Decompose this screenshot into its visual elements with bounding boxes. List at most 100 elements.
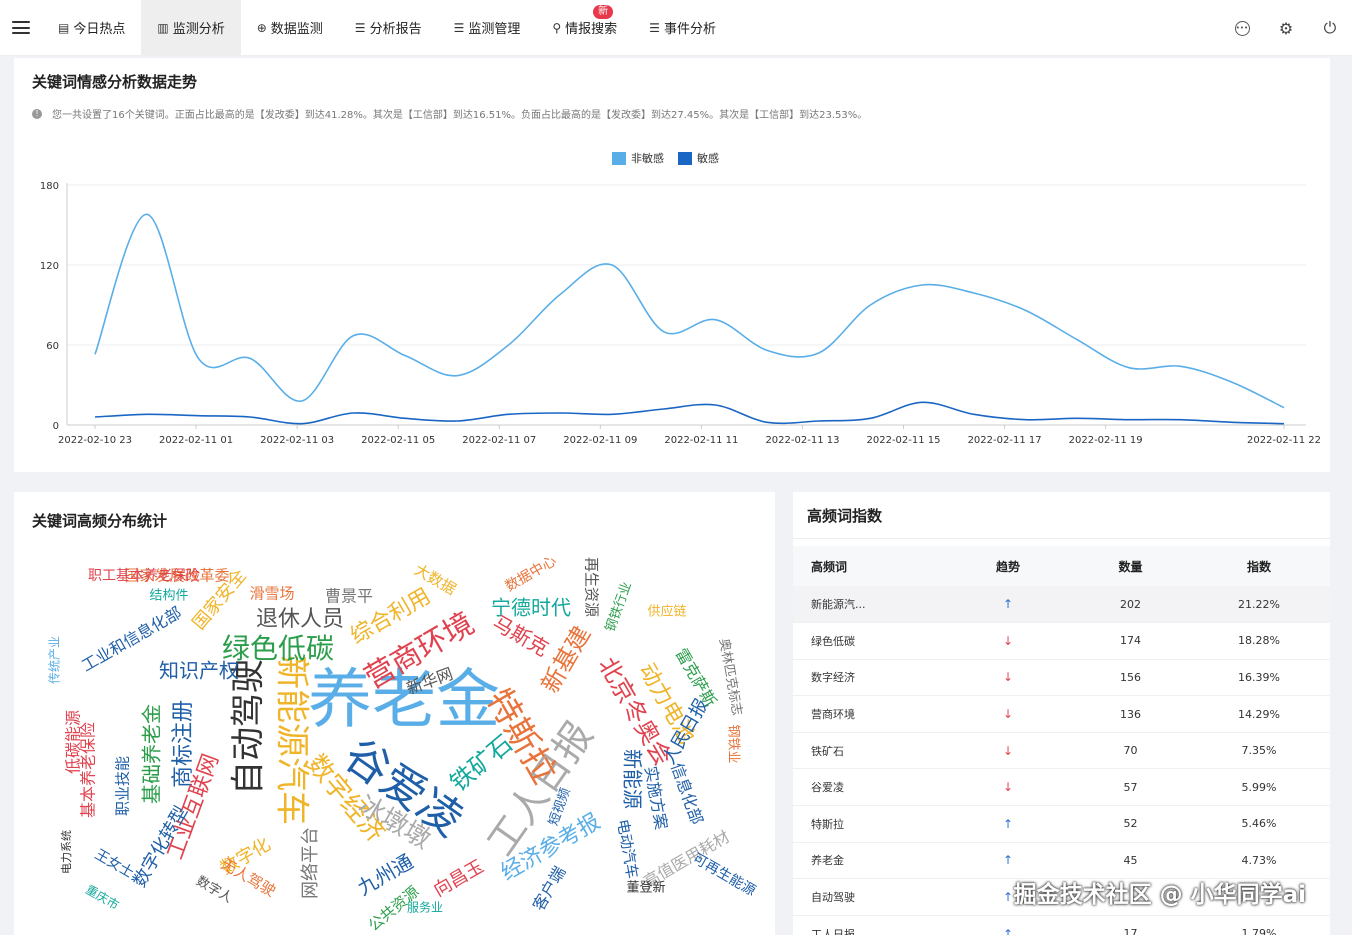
cloud-word[interactable]: 王女士	[92, 846, 137, 882]
x-tick-label: 2022-02-11 13	[765, 435, 839, 446]
x-tick-label: 2022-02-11 11	[664, 435, 738, 446]
cloud-word[interactable]: 传统产业	[47, 636, 62, 684]
cloud-word[interactable]: 信息化部	[667, 760, 707, 827]
cloud-word[interactable]: 结构件	[149, 589, 188, 604]
nav-item-2[interactable]: ⊕ 数据监测	[241, 0, 339, 56]
table-row[interactable]: 工人日报 ↑ 17 1.79%	[793, 915, 1330, 935]
table-row[interactable]: 养老金 ↑ 45 4.73%	[793, 842, 1330, 880]
col-header-index[interactable]: 指数	[1188, 546, 1330, 586]
cloud-word[interactable]: 实施方案	[641, 765, 671, 831]
cell-trend: ↑	[943, 842, 1073, 880]
nav-item-6[interactable]: ☰ 事件分析	[633, 0, 732, 56]
cloud-word[interactable]: 新基建	[536, 621, 596, 697]
cloud-word[interactable]: 铁矿石	[445, 729, 518, 797]
cloud-word[interactable]: 钢铁行业	[603, 580, 635, 634]
x-tick-label: 2022-02-11 15	[867, 435, 941, 446]
arrow-down-icon: ↓	[1002, 633, 1014, 648]
word-cloud: 养老金谷爱凌自动驾驶 新能源汽车 工人日报特斯拉营商环境绿色低碳数字经济冰墩墩铁矿石…	[47, 553, 759, 935]
table-row[interactable]: 数字经济 ↓ 156 16.39%	[793, 659, 1330, 697]
cloud-word[interactable]: 退休人员	[256, 607, 344, 632]
cell-word: 自动驾驶	[793, 878, 943, 916]
cloud-word[interactable]: 知识产权	[159, 659, 239, 683]
table-row[interactable]: 谷爱凌 ↓ 57 5.99%	[793, 768, 1330, 807]
x-tick-label: 2022-02-11 07	[462, 435, 536, 446]
nav-right-tools: ••• ⚙ ⏻	[1220, 0, 1352, 56]
cloud-word[interactable]: 董登新	[626, 880, 665, 896]
nav-item-4[interactable]: ☰ 监测管理	[438, 0, 537, 56]
col-header-word[interactable]: 高频词	[793, 546, 943, 586]
cell-index: 4.73%	[1188, 842, 1330, 880]
nav-item-label: 监测分析	[172, 22, 225, 37]
cloud-word[interactable]: 基础养老金	[140, 704, 164, 804]
cloud-word[interactable]: 基本养老保险	[79, 722, 98, 818]
power-icon: ⏻	[1323, 18, 1337, 37]
nav-item-1[interactable]: ▥ 监测分析	[141, 0, 241, 56]
cloud-word[interactable]: 再生资源	[583, 557, 601, 617]
nav-item-3[interactable]: ☰ 分析报告	[339, 0, 438, 56]
cell-word: 铁矿石	[793, 732, 943, 770]
arrow-down-icon: ↓	[1002, 707, 1014, 722]
table-row[interactable]: 铁矿石 ↓ 70 7.35%	[793, 732, 1330, 770]
y-tick-label: 120	[40, 261, 59, 272]
cloud-word[interactable]: 可再生能源	[690, 851, 759, 900]
cloud-word[interactable]: 向昌玉	[430, 856, 487, 901]
checklist-icon: ☰	[354, 20, 366, 35]
table-row[interactable]: 营商环境 ↓ 136 14.29%	[793, 695, 1330, 733]
cell-count: 52	[1073, 805, 1188, 843]
cloud-word[interactable]: 职工基本养老保险	[88, 567, 200, 584]
cell-trend: ↓	[943, 659, 1073, 697]
series-line-0[interactable]	[94, 213, 1285, 409]
y-tick-label: 180	[40, 181, 59, 192]
settings-button[interactable]: ⚙	[1264, 0, 1308, 56]
cloud-word[interactable]: 钢铁业	[726, 724, 741, 763]
cloud-word[interactable]: 职业技能	[114, 756, 132, 816]
arrow-down-icon: ↓	[1002, 780, 1014, 795]
chat-bubble-icon: •••	[1234, 20, 1250, 36]
nav-item-label: 监测管理	[468, 22, 521, 37]
top-nav: ▤ 今日热点 ▥ 监测分析 ⊕ 数据监测 ☰ 分析报告 ☰ 监测管理 ⚲ 情报搜索新 ☰ 事件分析 •••…	[0, 0, 1352, 56]
cloud-word[interactable]: 新能源	[621, 749, 645, 809]
cloud-word[interactable]: 曹景平	[325, 587, 373, 606]
new-badge: 新	[593, 4, 614, 19]
crosshair-icon: ⊕	[256, 20, 267, 35]
message-button[interactable]: •••	[1220, 0, 1264, 56]
table-row[interactable]: 特斯拉 ↑ 52 5.46%	[793, 805, 1330, 843]
cell-word: 谷爱凌	[793, 768, 943, 807]
cloud-word[interactable]: 滑雪场	[249, 585, 294, 603]
nav-item-label: 事件分析	[663, 22, 716, 37]
nav-item-5[interactable]: ⚲ 情报搜索 新	[536, 0, 633, 56]
logout-button[interactable]: ⏻	[1308, 0, 1352, 56]
cloud-word[interactable]: 服务业	[407, 900, 443, 915]
col-header-count[interactable]: 数量	[1073, 546, 1188, 586]
nav-item-label: 情报搜索	[565, 22, 618, 37]
cloud-word[interactable]: 数据中心	[503, 553, 559, 595]
cloud-word[interactable]: 重庆市	[83, 882, 122, 913]
cell-count: 136	[1073, 695, 1188, 733]
cloud-panel: 关键词高频分布统计 养老金 谷爱凌 自动驾驶 新能源汽车 工人日报 特斯拉 营商环境 绿色低碳…	[14, 492, 775, 935]
cell-word: 绿色低碳	[793, 622, 943, 660]
cloud-word[interactable]: 奥林匹克标志	[716, 637, 744, 716]
index-panel: 高频词指数 高频词 趋势 数量 指数 新能源汽... ↑ 202 21.22% 绿色低碳…	[793, 492, 1330, 935]
cloud-word[interactable]: 新能源汽车	[272, 655, 312, 825]
cell-index: 7.35%	[1188, 732, 1330, 770]
table-row[interactable]: 绿色低碳 ↓ 174 18.28%	[793, 622, 1330, 660]
col-header-trend[interactable]: 趋势	[943, 546, 1073, 586]
table-row[interactable]: 新能源汽... ↑ 202 21.22%	[793, 586, 1330, 624]
arrow-up-icon: ↑	[1002, 816, 1014, 831]
series-line-1[interactable]	[94, 401, 1285, 425]
cloud-word[interactable]: 电动汽车	[613, 818, 641, 880]
cloud-word[interactable]: 电力系统	[60, 830, 73, 874]
trend-chart: 0 60 120 180 2022-02-10 23 2022-02-11 01 2022-…	[40, 181, 1321, 446]
nav-item-label: 今日热点	[73, 22, 126, 37]
cell-count: 57	[1073, 768, 1188, 807]
menu-toggle-button[interactable]	[0, 0, 42, 56]
nav-item-0[interactable]: ▤ 今日热点	[42, 0, 141, 56]
cell-word: 特斯拉	[793, 805, 943, 843]
cloud-word[interactable]: 网络平台	[300, 827, 321, 899]
trend-panel: 关键词情感分析数据走势 ! 您一共设置了16个关键词。正面占比最高的是【发改委】…	[14, 58, 1330, 472]
cloud-word[interactable]: 供应链	[647, 604, 686, 620]
list-icon: ☰	[649, 20, 660, 35]
watermark: 掘金技术社区 @ 小华同学ai	[1013, 882, 1306, 908]
arrow-up-icon: ↑	[1002, 926, 1014, 935]
list-icon: ☰	[453, 20, 465, 35]
